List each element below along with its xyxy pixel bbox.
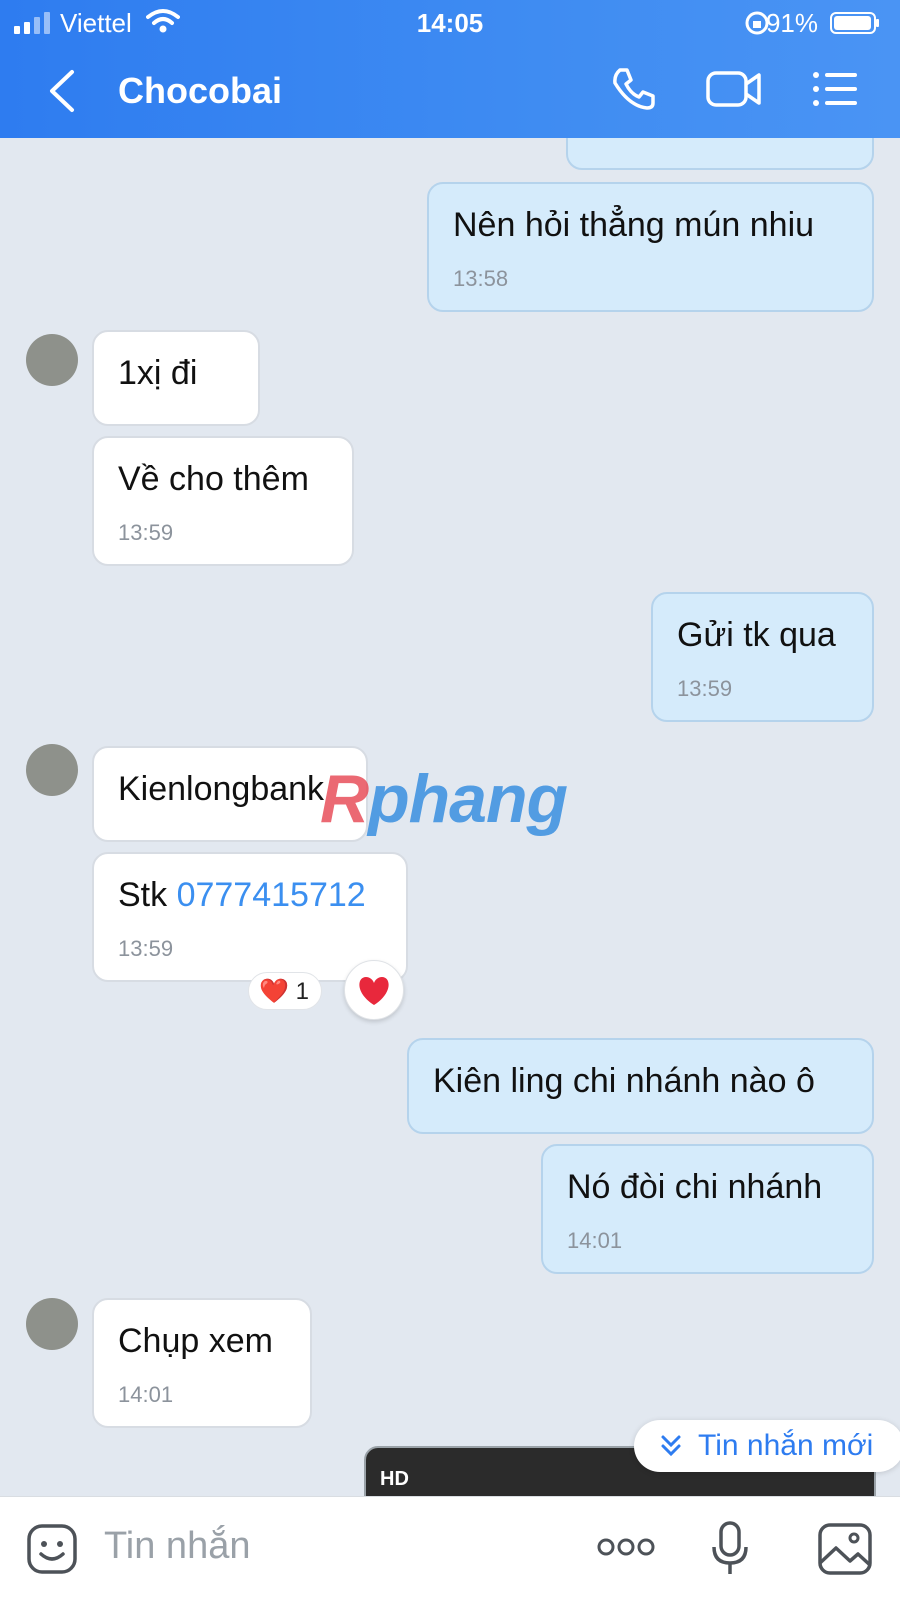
composer-bar: Tin nhắn [0,1496,900,1601]
reaction-summary[interactable]: ❤️ 1 [248,972,322,1010]
message-time: 14:01 [567,1228,623,1253]
message-bubble-incoming[interactable]: 1xị đi [92,330,260,426]
more-icon[interactable] [596,1535,656,1559]
battery-icon [830,12,879,34]
avatar[interactable] [26,1298,78,1350]
new-message-label: Tin nhắn mới [698,1429,874,1462]
message-bubble-incoming[interactable]: Chụp xem 14:01 [92,1298,312,1428]
heart-icon: ❤️ [259,978,289,1005]
phone-icon[interactable] [610,66,656,112]
message-bubble-outgoing[interactable]: Gửi tk qua 13:59 [651,592,874,722]
double-chevron-down-icon [661,1435,681,1457]
watermark-letter: R [320,761,369,837]
message-bubble-outgoing[interactable]: Nó đòi chi nhánh 14:01 [541,1144,874,1274]
watermark-word: phang [368,761,568,837]
video-call-icon[interactable] [706,66,762,112]
message-text: Kiên ling chi nhánh nào ô [433,1062,815,1100]
image-icon[interactable] [818,1523,872,1575]
avatar[interactable] [26,334,78,386]
message-time: 14:01 [118,1382,174,1407]
message-text: Chụp xem [118,1322,273,1360]
message-time: 13:58 [453,266,509,291]
message-bubble-outgoing[interactable]: Nên hỏi thẳng mún nhiu 13:58 [427,182,874,312]
message-time: 13:59 [118,520,174,545]
message-time: 13:59 [677,676,733,701]
message-text: Nên hỏi thẳng mún nhiu [453,206,815,244]
message-bubble-partial[interactable] [566,138,874,170]
message-text: Nó đòi chi nhánh [567,1168,823,1206]
chat-header: Viettel 14:05 91% Chocobai [0,0,900,138]
message-bubble-outgoing[interactable]: Kiên ling chi nhánh nào ô [407,1038,874,1134]
mic-icon[interactable] [710,1521,750,1577]
message-text: Gửi tk qua [677,616,836,654]
avatar[interactable] [26,744,78,796]
message-text: 1xị đi [118,354,198,392]
reaction-count: 1 [295,978,309,1005]
message-time: 13:59 [118,936,174,961]
chat-title[interactable]: Chocobai [118,70,282,112]
account-number-link[interactable]: 0777415712 [177,876,366,914]
message-text: Kienlongbank [118,770,325,808]
message-bubble-incoming[interactable]: Về cho thêm 13:59 [92,436,354,566]
message-text-prefix: Stk [118,876,177,914]
message-text: Về cho thêm [118,460,309,498]
menu-icon[interactable] [812,66,858,112]
hd-badge: HD [380,1468,409,1490]
message-input[interactable]: Tin nhắn [104,1525,250,1568]
react-button[interactable] [344,960,404,1020]
back-icon[interactable] [44,68,78,114]
new-message-button[interactable]: Tin nhắn mới [634,1420,900,1472]
battery-percent: 91% [765,8,818,38]
emoji-icon[interactable] [26,1523,78,1575]
status-bar: Viettel 14:05 91% [0,0,900,44]
heart-icon [359,977,389,1005]
watermark-logo: Rphang [320,760,568,838]
